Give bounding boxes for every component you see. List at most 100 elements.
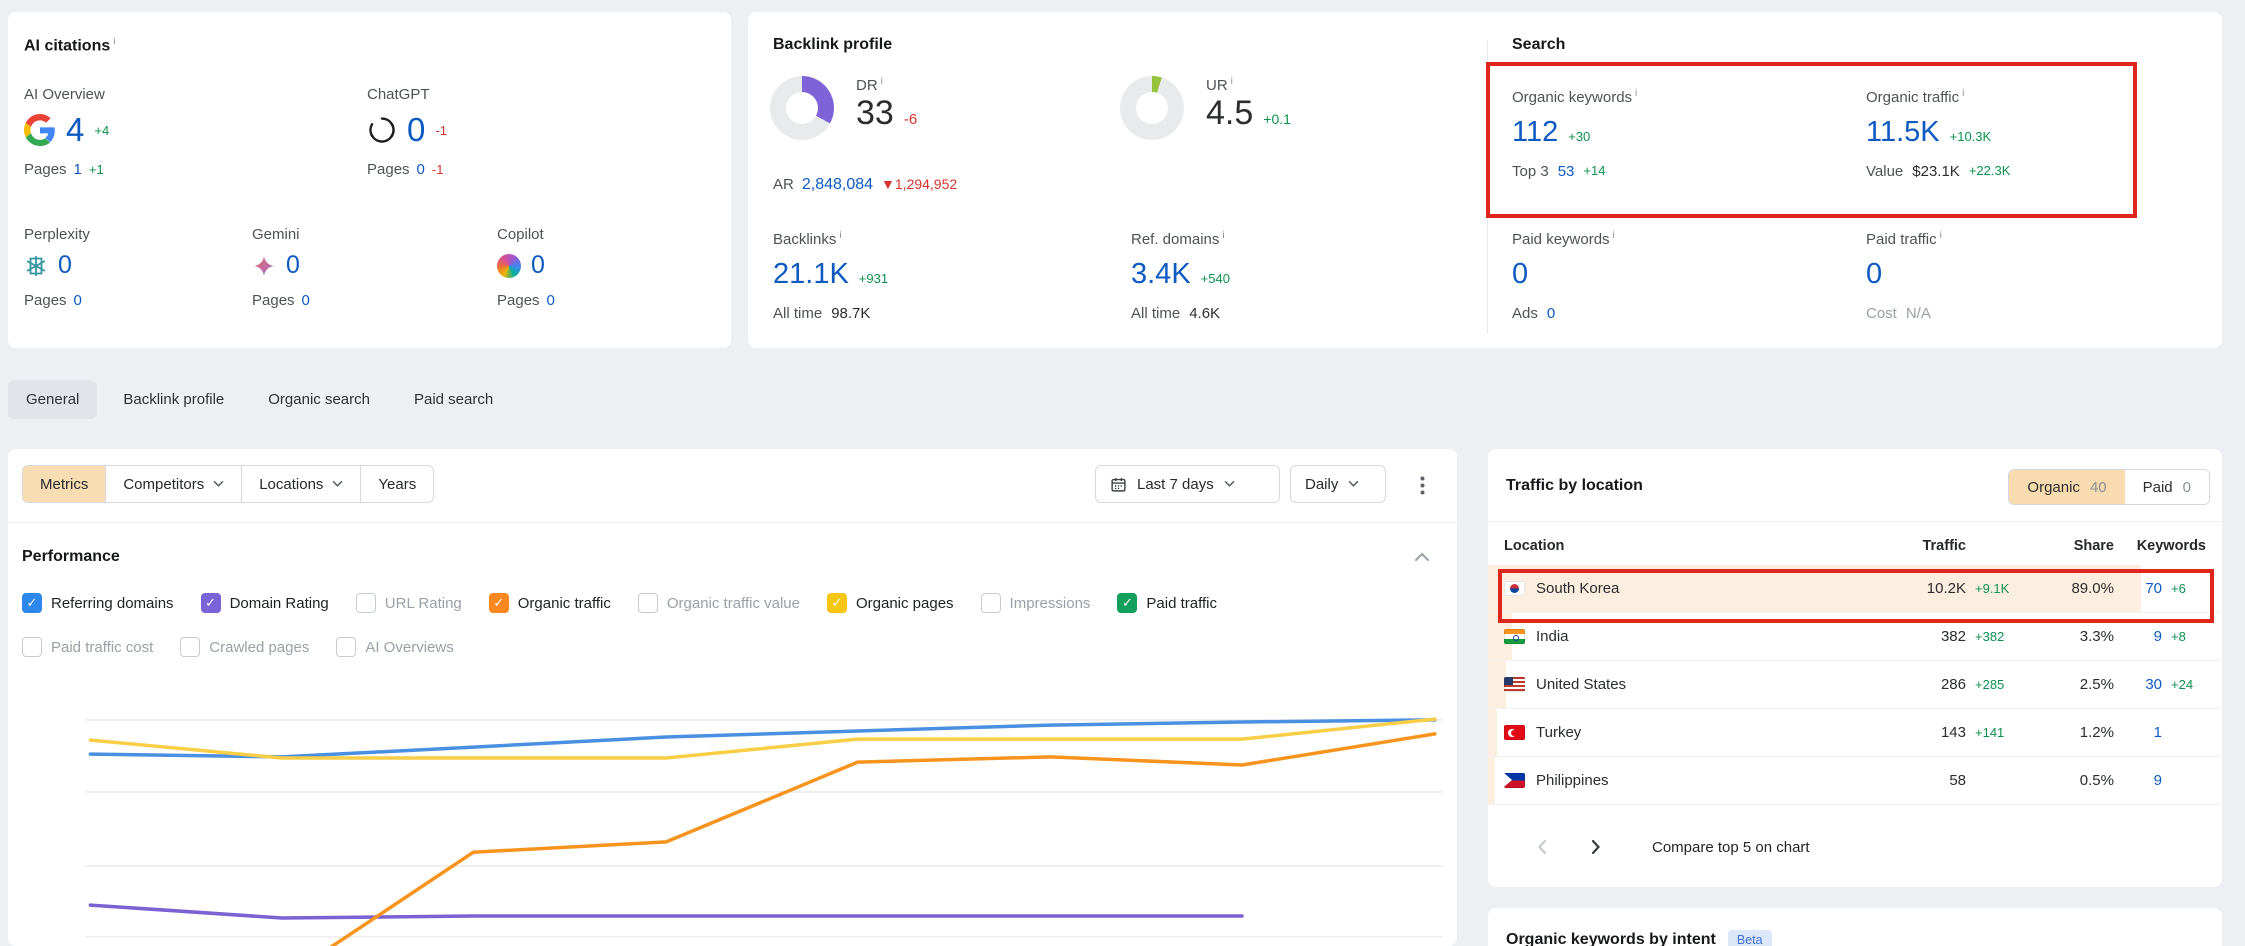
granularity-dropdown[interactable]: Daily — [1290, 465, 1386, 503]
info-icon[interactable]: i — [1231, 76, 1233, 87]
compare-top5-link[interactable]: Compare top 5 on chart — [1652, 839, 1810, 856]
perplexity-value: 0 — [58, 251, 72, 280]
years-button[interactable]: Years — [361, 466, 433, 502]
info-icon[interactable]: i — [1635, 88, 1637, 99]
checkbox-url-rating[interactable]: URL Rating — [356, 593, 462, 613]
tab-organic-search[interactable]: Organic search — [250, 380, 388, 419]
gemini-icon — [252, 254, 276, 278]
more-options-button[interactable] — [1408, 471, 1436, 499]
ref-domains-block: Ref. domainsi 3.4K+540 All time4.6K — [1131, 230, 1230, 322]
dr-gauge-block: DRi 33-6 — [770, 76, 917, 140]
toggle-paid[interactable]: Paid0 — [2125, 470, 2209, 504]
beta-badge: Beta — [1728, 930, 1772, 946]
checkbox-ai-overviews[interactable]: AI Overviews — [336, 637, 453, 657]
table-header: Location Traffic Share Keywords — [1488, 527, 2222, 565]
flag-united-states-icon — [1504, 677, 1525, 692]
organic-keywords-value[interactable]: 112 — [1512, 116, 1558, 149]
next-page-button[interactable] — [1580, 831, 1612, 863]
kebab-menu-icon — [1420, 476, 1425, 495]
organic-keywords-by-intent-card: Organic keywords by intent Beta — [1488, 908, 2222, 946]
chevron-left-icon — [1537, 839, 1547, 855]
checkbox-referring-domains[interactable]: Referring domains — [22, 593, 174, 613]
pages-value[interactable]: 0 — [547, 292, 555, 309]
table-row-united-states[interactable]: United States 286 +285 2.5% 30 +24 — [1488, 661, 2222, 709]
info-icon[interactable]: i — [839, 230, 841, 241]
ar-value[interactable]: 2,848,084 — [802, 176, 873, 194]
perplexity-icon — [24, 254, 48, 278]
competitors-dropdown[interactable]: Competitors — [106, 466, 242, 502]
flag-india-icon — [1504, 629, 1525, 644]
ref-domains-delta: +540 — [1201, 271, 1230, 286]
ai-overview-value: 4 — [66, 111, 84, 149]
chevron-up-icon — [1414, 552, 1430, 562]
flag-south-korea-icon — [1504, 581, 1525, 596]
dr-delta: -6 — [904, 111, 917, 128]
ar-line: AR 2,848,084 ▼1,294,952 — [773, 176, 957, 194]
gemini-value: 0 — [286, 251, 300, 280]
table-row-philippines[interactable]: Philippines 58 0.5% 9 — [1488, 757, 2222, 805]
copilot-value: 0 — [531, 251, 545, 280]
ai-citation-copilot: Copilot 0 Pages0 — [497, 226, 555, 309]
pages-value[interactable]: 1 — [74, 161, 82, 178]
chatgpt-value: 0 — [407, 111, 425, 149]
tab-paid-search[interactable]: Paid search — [396, 380, 511, 419]
info-icon[interactable]: i — [1940, 230, 1942, 241]
tab-backlink-profile[interactable]: Backlink profile — [105, 380, 242, 419]
top3-value[interactable]: 53 — [1558, 163, 1575, 180]
checkbox-box — [638, 593, 658, 613]
performance-line-chart — [85, 687, 1443, 946]
chevron-down-icon — [1348, 480, 1359, 488]
openai-icon — [367, 115, 397, 145]
info-icon[interactable]: i — [1962, 88, 1964, 99]
checkbox-paid-traffic-cost[interactable]: Paid traffic cost — [22, 637, 153, 657]
checkbox-box — [22, 637, 42, 657]
share-bar — [1488, 757, 1495, 804]
locations-dropdown[interactable]: Locations — [242, 466, 361, 502]
tab-general[interactable]: General — [8, 380, 97, 419]
backlink-profile-title: Backlink profile — [773, 36, 892, 54]
checkbox-box — [22, 593, 42, 613]
checkbox-crawled-pages[interactable]: Crawled pages — [180, 637, 309, 657]
info-icon[interactable]: i — [1613, 230, 1615, 241]
checkbox-box — [180, 637, 200, 657]
organic-count: 40 — [2090, 479, 2107, 496]
copilot-icon — [497, 254, 521, 278]
filter-segmented-control: Metrics Competitors Locations Years — [22, 465, 434, 503]
ref-domains-value[interactable]: 3.4K — [1131, 258, 1191, 291]
date-range-dropdown[interactable]: Last 7 days — [1095, 465, 1280, 503]
pages-value[interactable]: 0 — [74, 292, 82, 309]
checkbox-domain-rating[interactable]: Domain Rating — [201, 593, 329, 613]
metrics-button[interactable]: Metrics — [23, 466, 106, 502]
table-row-south-korea[interactable]: South Korea 10.2K +9.1K 89.0% 70 +6 — [1488, 565, 2222, 613]
info-icon[interactable]: i — [1222, 230, 1224, 241]
collapse-section-button[interactable] — [1414, 549, 1430, 567]
paid-traffic-value[interactable]: 0 — [1866, 258, 1882, 291]
paid-keywords-block: Paid keywordsi 0 Ads0 — [1512, 230, 1615, 322]
table-row-india[interactable]: India 382 +382 3.3% 9 +8 — [1488, 613, 2222, 661]
ur-donut-gauge — [1120, 76, 1184, 140]
pages-value[interactable]: 0 — [302, 292, 310, 309]
checkbox-box — [827, 593, 847, 613]
info-icon[interactable]: i — [881, 76, 883, 87]
organic-traffic-value[interactable]: 11.5K — [1866, 116, 1940, 149]
backlinks-delta: +931 — [859, 271, 888, 286]
chevron-right-icon — [1591, 839, 1601, 855]
paid-keywords-value[interactable]: 0 — [1512, 258, 1528, 291]
checkbox-paid-traffic[interactable]: Paid traffic — [1117, 593, 1217, 613]
toggle-organic[interactable]: Organic40 — [2009, 470, 2124, 504]
prev-page-button[interactable] — [1526, 831, 1558, 863]
backlinks-value[interactable]: 21.1K — [773, 258, 849, 291]
checkbox-organic-pages[interactable]: Organic pages — [827, 593, 954, 613]
divider — [8, 522, 1457, 523]
checkbox-organic-traffic-value[interactable]: Organic traffic value — [638, 593, 800, 613]
table-row-turkey[interactable]: Turkey 143 +141 1.2% 1 — [1488, 709, 2222, 757]
checkbox-organic-traffic[interactable]: Organic traffic — [489, 593, 611, 613]
divider — [1488, 521, 2222, 522]
checkbox-impressions[interactable]: Impressions — [981, 593, 1091, 613]
checkbox-box — [1117, 593, 1137, 613]
paid-count: 0 — [2183, 479, 2191, 496]
info-icon[interactable]: i — [113, 36, 115, 47]
pages-value[interactable]: 0 — [417, 161, 425, 178]
calendar-icon — [1110, 476, 1127, 493]
organic-traffic-delta: +10.3K — [1950, 129, 1992, 144]
